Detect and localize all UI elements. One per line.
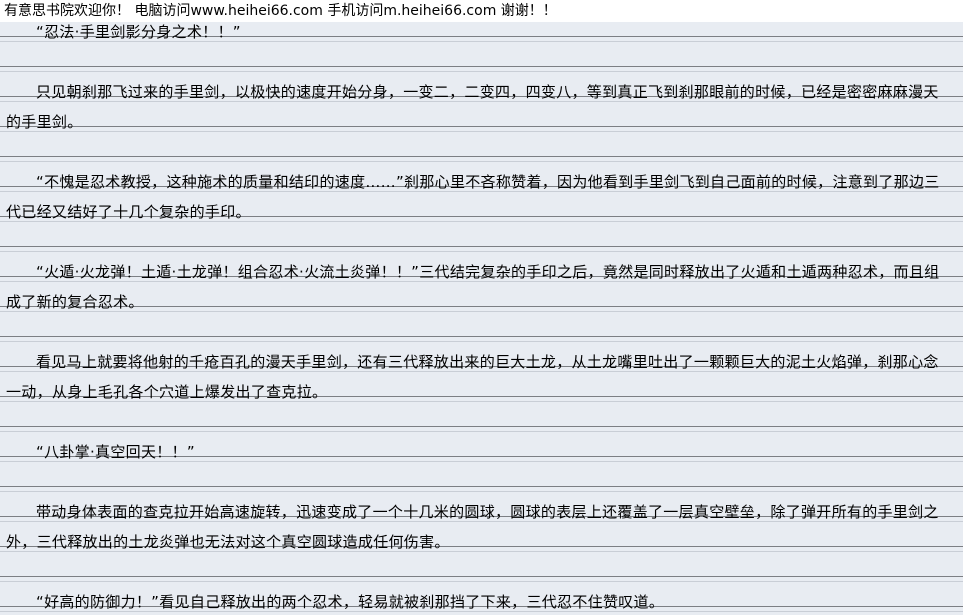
paragraph-8: “好高的防御力！”看见自己释放出的两个忍术，轻易就被刹那挡了下来，三代忍不住赞叹…	[36, 593, 665, 611]
paragraph-4: “火遁·火龙弹！土遁·土龙弹！组合忍术·火流土炎弹！！”三代结完复杂的手印之后，…	[6, 263, 940, 311]
reading-area: “忍法·手里剑影分身之术！！” 只见朝刹那飞过来的手里剑，以极快的速度开始分身，…	[0, 22, 963, 615]
site-notice-text: 有意思书院欢迎你！ 电脑访问www.heihei66.com 手机访问m.hei…	[4, 3, 557, 19]
paragraph-5: 看见马上就要将他射的千疮百孔的漫天手里剑，还有三代释放出来的巨大土龙，从土龙嘴里…	[6, 353, 939, 401]
paragraph-1: “忍法·手里剑影分身之术！！”	[36, 23, 241, 41]
paragraph-2: 只见朝刹那飞过来的手里剑，以极快的速度开始分身，一变二，二变四，四变八，等到真正…	[6, 83, 939, 131]
paragraph-6: “八卦掌·真空回天！！”	[36, 443, 195, 461]
paragraph-7: 带动身体表面的查克拉开始高速旋转，迅速变成了一个十几米的圆球，圆球的表层上还覆盖…	[6, 503, 939, 551]
paragraph-3: “不愧是忍术教授，这种施术的质量和结印的速度……”刹那心里不吝称赞着，因为他看到…	[6, 173, 940, 221]
site-notice-banner: 有意思书院欢迎你！ 电脑访问www.heihei66.com 手机访问m.hei…	[0, 0, 963, 22]
